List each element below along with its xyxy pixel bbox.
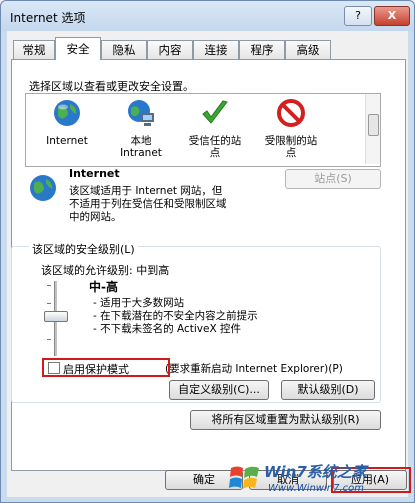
zone-trusted[interactable]: 受信任的站 点 — [180, 98, 250, 159]
security-level-slider-thumb[interactable] — [44, 311, 68, 322]
protected-mode-label[interactable]: 启用保护模式 — [63, 361, 129, 377]
zone-list-scrollbar[interactable] — [365, 94, 380, 164]
slider-tick — [47, 303, 51, 304]
local-intranet-icon — [128, 100, 154, 126]
default-level-button[interactable]: 默认级别(D) — [281, 380, 375, 400]
level-bullet: - 不下载未签名的 ActiveX 控件 — [93, 323, 241, 335]
zone-intranet[interactable]: 本地 Intranet — [108, 98, 174, 159]
globe-icon — [30, 175, 56, 201]
tab-programs[interactable]: 程序 — [239, 40, 285, 59]
help-button[interactable]: ? — [344, 6, 372, 26]
zone-list: Internet 本地 Intranet 受信任的站 点 受限制的站 点 — [25, 93, 381, 167]
title-bar[interactable]: Internet 选项 ? X — [1, 1, 414, 31]
tab-connections[interactable]: 连接 — [193, 40, 239, 59]
security-level-legend: 该区域的安全级别(L) — [29, 241, 138, 257]
tab-content[interactable]: 内容 — [147, 40, 193, 59]
sites-button[interactable]: 站点(S) — [285, 169, 381, 189]
zone-internet[interactable]: Internet — [34, 98, 100, 147]
scroll-thumb[interactable] — [368, 114, 379, 136]
prohibited-icon — [277, 99, 305, 127]
slider-tick — [47, 285, 51, 286]
zone-internet-label: Internet — [46, 135, 88, 147]
tab-security[interactable]: 安全 — [55, 37, 101, 60]
zone-trusted-label: 受信任的站 点 — [188, 135, 242, 159]
zone-title: Internet — [69, 167, 120, 180]
reset-all-zones-button[interactable]: 将所有区域重置为默认级别(R) — [190, 410, 381, 430]
protected-mode-note: (要求重新启动 Internet Explorer)(P) — [165, 363, 343, 375]
protected-mode-checkbox[interactable] — [48, 362, 60, 374]
cancel-button[interactable]: 取消 — [249, 470, 327, 490]
zone-restricted-label: 受限制的站 点 — [264, 135, 318, 159]
level-name: 中-高 — [89, 280, 118, 294]
instruction-text: 选择区域以查看或更改安全设置。 — [29, 80, 194, 93]
close-button[interactable]: X — [374, 6, 410, 26]
globe-icon — [54, 100, 80, 126]
checkmark-icon — [202, 100, 228, 124]
slider-tick — [47, 339, 51, 340]
window-title: Internet 选项 — [10, 11, 86, 25]
zone-description: 该区域适用于 Internet 网站，但 不适用于列在受信任和受限制区域 中的网… — [69, 185, 227, 223]
zone-intranet-label: 本地 Intranet — [120, 135, 162, 159]
apply-highlight-box — [331, 467, 411, 493]
tab-general[interactable]: 常规 — [13, 40, 55, 59]
ok-button[interactable]: 确定 — [165, 470, 243, 490]
custom-level-button[interactable]: 自定义级别(C)... — [169, 380, 269, 400]
allowed-levels-text: 该区域的允许级别: 中到高 — [41, 264, 170, 277]
tab-advanced[interactable]: 高级 — [285, 40, 331, 59]
dialog-window: Internet 选项 ? X 常规 安全 隐私 内容 连接 程序 高级 选择区… — [0, 0, 415, 503]
zone-restricted[interactable]: 受限制的站 点 — [256, 98, 326, 159]
tab-privacy[interactable]: 隐私 — [101, 40, 147, 59]
